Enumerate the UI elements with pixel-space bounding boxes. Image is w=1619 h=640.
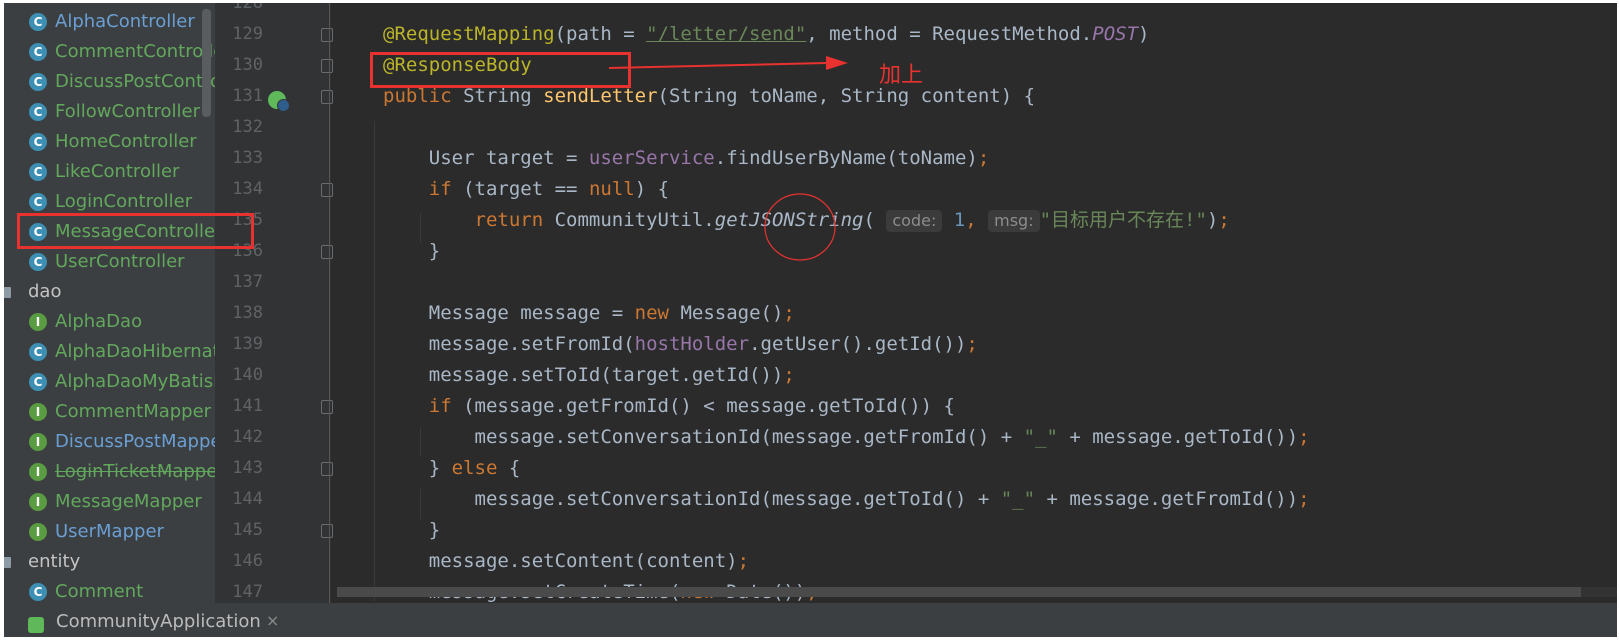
ide-window: C AlphaController C CommentControlle C Discus… bbox=[4, 3, 1617, 637]
annotation-arrow bbox=[608, 56, 848, 261]
annotation-note: 加上 bbox=[879, 63, 924, 88]
